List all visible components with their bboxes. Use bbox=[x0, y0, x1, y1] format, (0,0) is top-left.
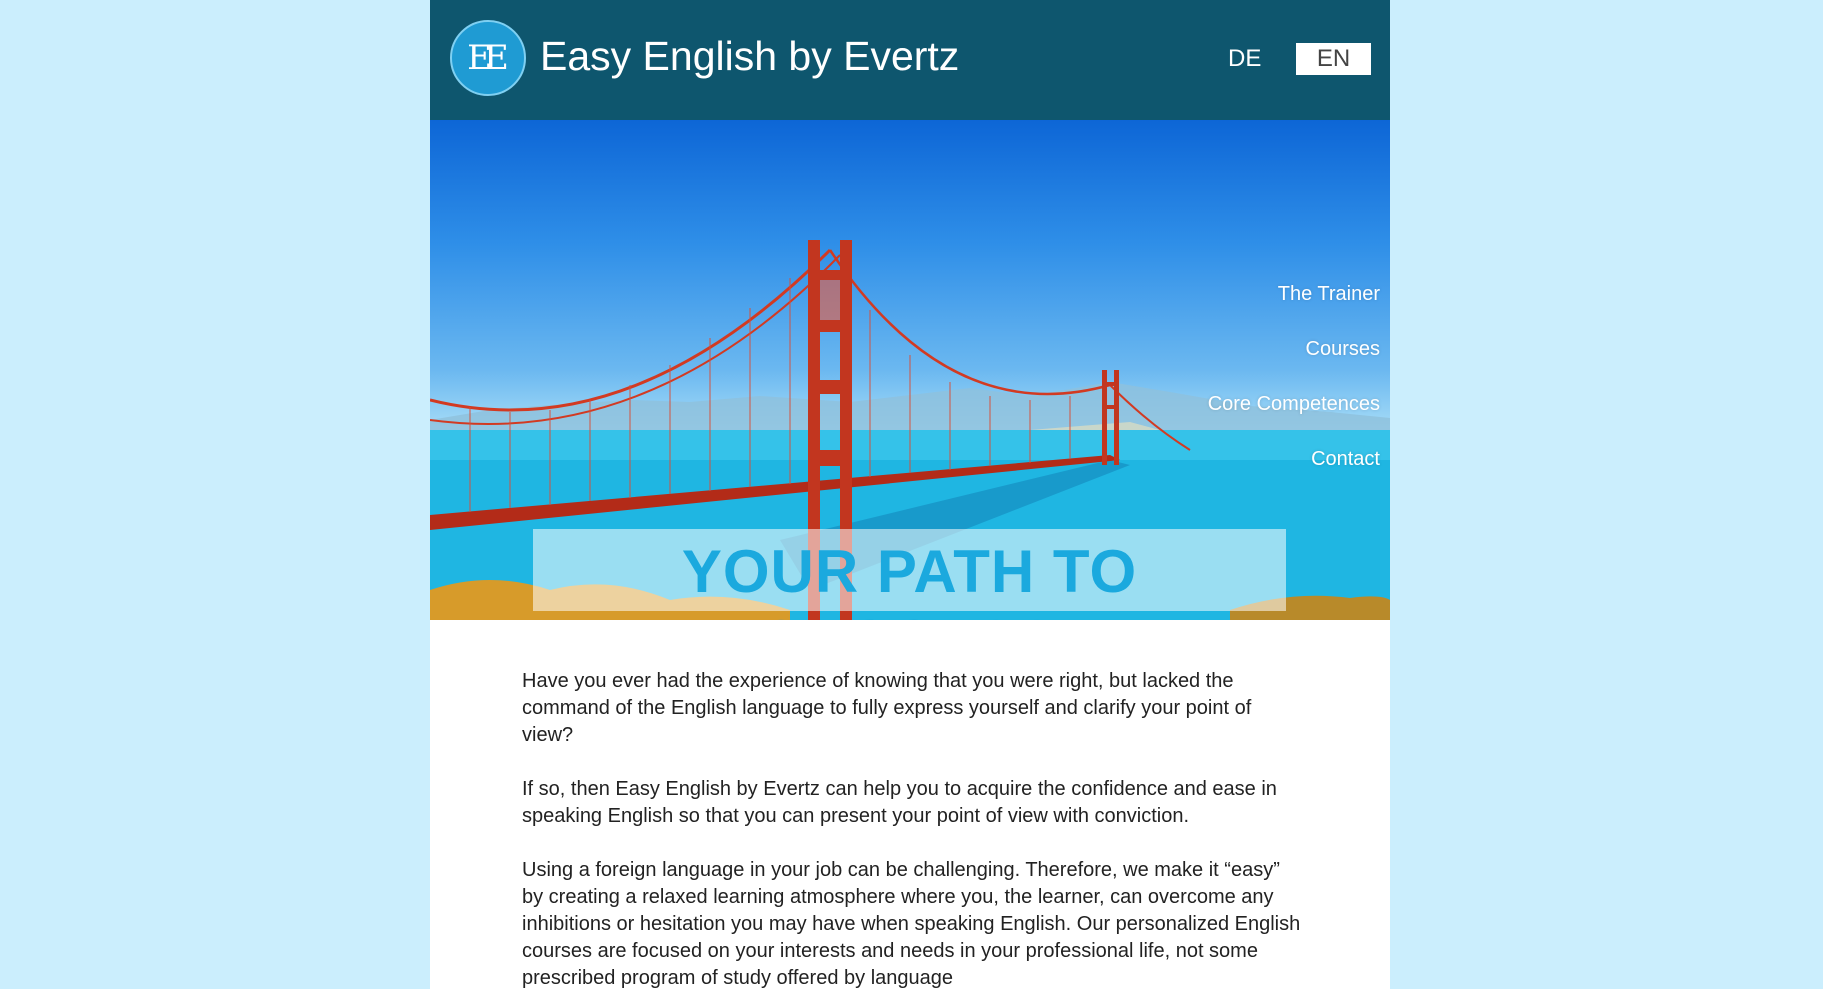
site-header: EE Easy English by Evertz DE EN bbox=[430, 0, 1390, 120]
intro-paragraph: If so, then Easy English by Evertz can h… bbox=[522, 778, 1277, 827]
main-content: Have you ever had the experience of know… bbox=[522, 668, 1302, 989]
page-container: EE Easy English by Evertz DE EN The Trai… bbox=[430, 0, 1390, 989]
logo-letters: EE bbox=[467, 38, 509, 78]
hero-banner: The Trainer Courses Core Competences Con… bbox=[430, 120, 1390, 620]
language-de-link[interactable]: DE bbox=[1228, 44, 1261, 74]
nav-item-courses[interactable]: Courses bbox=[1208, 335, 1380, 363]
main-navigation: The Trainer Courses Core Competences Con… bbox=[1208, 280, 1380, 500]
language-en-link[interactable]: EN bbox=[1296, 43, 1371, 75]
intro-paragraph: Using a foreign language in your job can… bbox=[522, 859, 1301, 989]
logo[interactable]: EE bbox=[450, 20, 526, 96]
nav-item-core-competences[interactable]: Core Competences bbox=[1208, 390, 1380, 418]
site-title[interactable]: Easy English by Evertz bbox=[540, 30, 959, 82]
nav-item-contact[interactable]: Contact bbox=[1208, 445, 1380, 473]
intro-paragraph: Have you ever had the experience of know… bbox=[522, 670, 1252, 746]
nav-item-the-trainer[interactable]: The Trainer bbox=[1208, 280, 1380, 308]
hero-slogan: YOUR PATH TO SUCCESS bbox=[681, 538, 1138, 620]
slogan-box: YOUR PATH TO SUCCESS bbox=[533, 529, 1286, 620]
